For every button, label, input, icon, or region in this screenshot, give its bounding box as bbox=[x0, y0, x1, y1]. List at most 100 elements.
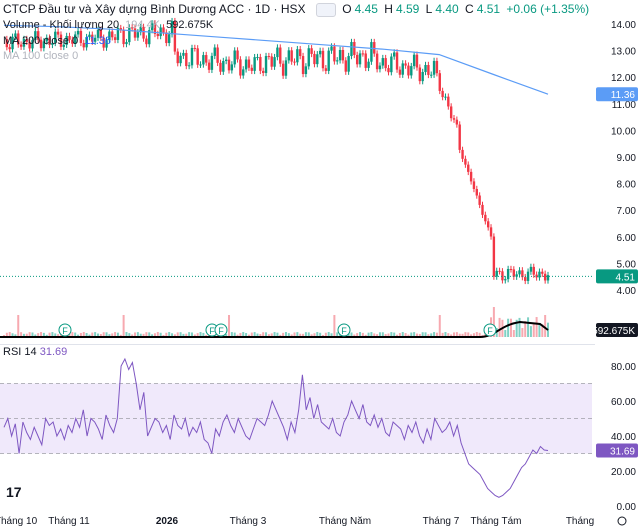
price-tick-label: 13.00 bbox=[611, 47, 636, 58]
candle-body bbox=[125, 42, 128, 45]
visibility-icon[interactable] bbox=[315, 2, 336, 17]
candle-body bbox=[239, 59, 242, 76]
volume-value: 592.675K bbox=[166, 19, 214, 31]
candle-body bbox=[310, 48, 313, 54]
candle-body bbox=[247, 59, 251, 68]
candle-body bbox=[145, 38, 148, 45]
candle-body bbox=[179, 55, 182, 64]
candle-body bbox=[213, 47, 216, 56]
candle-body bbox=[279, 47, 282, 64]
volume-bar bbox=[122, 315, 125, 337]
candle-body bbox=[122, 29, 125, 45]
candle-body bbox=[190, 47, 194, 66]
candle-body bbox=[444, 96, 447, 98]
candle-body bbox=[324, 68, 328, 71]
candle-body bbox=[424, 64, 427, 72]
tradingview-logo[interactable]: 17 bbox=[6, 484, 22, 500]
volume-bar bbox=[518, 317, 521, 337]
volume-legend[interactable]: Volume - Khối lượng 20 194.4K 592.675K bbox=[3, 19, 216, 31]
candle-body bbox=[546, 275, 550, 281]
candle-body bbox=[293, 61, 296, 63]
volume-bar bbox=[507, 318, 510, 337]
candle-body bbox=[472, 181, 476, 189]
candle-body bbox=[224, 59, 228, 62]
candle-body bbox=[290, 50, 293, 62]
x-axis-label: 2026 bbox=[156, 516, 179, 527]
candle-body bbox=[8, 47, 11, 50]
candle-body bbox=[395, 52, 399, 70]
candle-body bbox=[390, 56, 393, 73]
candle-body bbox=[364, 53, 367, 68]
candle-body bbox=[353, 42, 356, 55]
candle-body bbox=[529, 266, 533, 272]
candle-body bbox=[264, 56, 268, 73]
price-tick-label: 9.00 bbox=[617, 153, 637, 164]
ma200-label: MA 200 close 0 bbox=[3, 35, 79, 47]
ma100-legend[interactable]: MA 100 close 0 bbox=[3, 50, 81, 62]
candle-body bbox=[113, 37, 117, 40]
chart-canvas[interactable]: 14.00 13.00 12.00 11.00 10.00 9.00 8.00 7.00 6.0… bbox=[0, 0, 640, 528]
price-tick-label: 8.00 bbox=[617, 180, 637, 191]
candle-body bbox=[287, 50, 291, 61]
candle-body bbox=[404, 63, 407, 66]
candle-body bbox=[202, 55, 205, 65]
candle-body bbox=[276, 47, 279, 58]
candle-body bbox=[327, 50, 330, 71]
candle-body bbox=[196, 48, 199, 65]
candle-body bbox=[407, 65, 410, 76]
candle-body bbox=[543, 273, 547, 281]
candle-body bbox=[199, 64, 202, 66]
candle-body bbox=[344, 60, 347, 72]
candle-body bbox=[484, 214, 487, 222]
candle-body bbox=[176, 51, 179, 64]
candle-body bbox=[167, 34, 171, 44]
candle-body bbox=[207, 62, 211, 70]
rsi-legend[interactable]: RSI 14 31.69 bbox=[3, 346, 67, 358]
candle-body bbox=[415, 54, 419, 68]
candle-body bbox=[509, 268, 513, 270]
event-marker-label: F bbox=[487, 326, 493, 336]
candle-body bbox=[205, 55, 208, 63]
ma200-value: 11.36 bbox=[84, 35, 111, 47]
candle-body bbox=[296, 49, 299, 63]
candle-body bbox=[412, 54, 416, 67]
candle-body bbox=[253, 57, 256, 71]
candle-body bbox=[333, 46, 336, 62]
candle-body bbox=[261, 70, 265, 73]
rsi-tick-label: 60.00 bbox=[611, 397, 636, 408]
candle-body bbox=[381, 58, 385, 66]
event-marker-label: F bbox=[341, 326, 347, 336]
candle-body bbox=[506, 268, 510, 280]
candle-body bbox=[524, 277, 527, 281]
volume-bar bbox=[532, 322, 535, 337]
candle-body bbox=[336, 60, 339, 62]
volume-bar bbox=[512, 330, 515, 337]
event-marker-label: F bbox=[62, 326, 68, 336]
candle-body bbox=[458, 124, 461, 150]
candle-body bbox=[350, 42, 353, 57]
volume-bar bbox=[333, 315, 336, 337]
candle-body bbox=[418, 67, 422, 82]
price-tick-label: 6.00 bbox=[617, 233, 637, 244]
candle-body bbox=[219, 62, 222, 72]
candle-body bbox=[299, 49, 302, 57]
price-tick-label: 14.00 bbox=[611, 20, 636, 31]
settings-icon[interactable] bbox=[617, 516, 627, 526]
high-label: H bbox=[384, 2, 393, 16]
candle-body bbox=[347, 56, 350, 72]
candle-body bbox=[495, 270, 498, 277]
price-tick-label: 11.00 bbox=[612, 100, 637, 111]
candle-body bbox=[307, 48, 310, 67]
candle-body bbox=[361, 53, 365, 55]
candle-body bbox=[330, 46, 333, 51]
price-tick-label: 12.00 bbox=[611, 73, 636, 84]
candle-body bbox=[256, 57, 259, 59]
candle-body bbox=[216, 47, 219, 63]
candle-body bbox=[270, 56, 273, 67]
close-value: 4.51 bbox=[476, 2, 501, 16]
ma200-legend[interactable]: MA 200 close 0 11.36 bbox=[3, 35, 114, 47]
candle-body bbox=[438, 73, 441, 91]
candle-body bbox=[518, 270, 521, 275]
volume-bar bbox=[544, 315, 547, 337]
symbol-title[interactable]: CTCP Đầu tư và Xây dựng Bình Dương ACC ·… bbox=[3, 2, 306, 16]
